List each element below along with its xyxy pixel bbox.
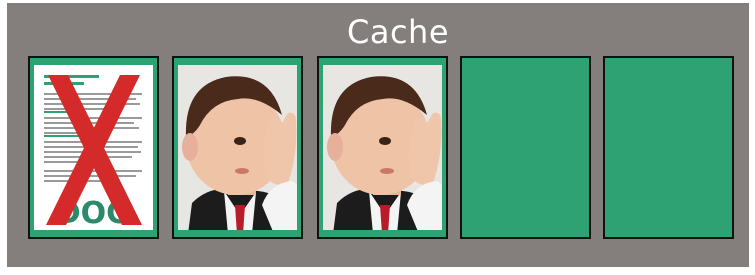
document-thumbnail: DOC — [34, 65, 153, 230]
cache-panel: Cache DOC — [7, 3, 749, 267]
child-photo-thumbnail — [178, 65, 297, 230]
child-photo — [323, 65, 442, 230]
document-icon: DOC — [34, 65, 153, 230]
child-photo-thumbnail — [323, 65, 442, 230]
cache-slot-4-empty — [460, 56, 591, 239]
child-photo — [178, 65, 297, 230]
cache-slot-5-empty — [603, 56, 734, 239]
cache-title: Cache — [346, 13, 449, 51]
cache-slot-3 — [317, 56, 448, 239]
cache-slot-2 — [172, 56, 303, 239]
cache-slot-1: DOC — [28, 56, 159, 239]
